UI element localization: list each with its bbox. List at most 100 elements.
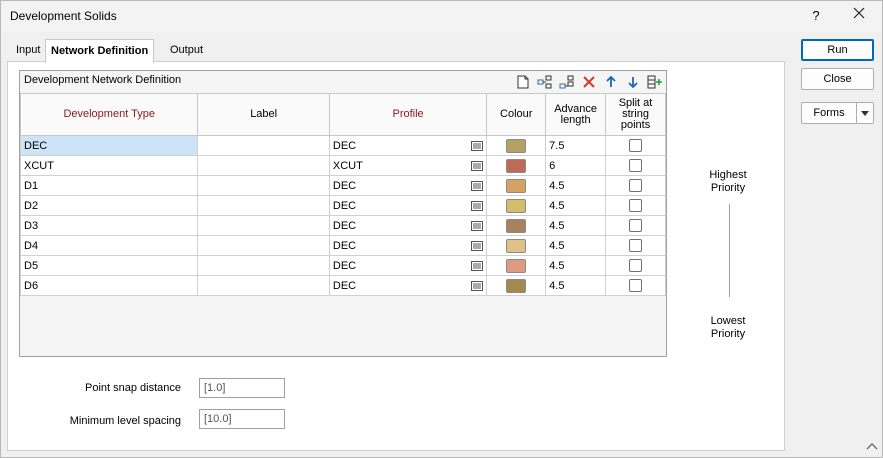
forms-button[interactable]: Forms [801,102,874,124]
dropdown-arrow-icon[interactable] [857,103,873,123]
insert-row-icon[interactable] [536,73,554,91]
profile-cell[interactable]: DEC [328,175,488,196]
colour-swatch[interactable] [506,258,527,273]
advance-length-cell[interactable]: 7.5 [545,135,607,156]
delete-icon[interactable] [580,73,598,91]
advance-length-cell[interactable]: 4.5 [545,275,607,296]
tab-input[interactable]: Input [11,41,45,61]
colour-cell[interactable] [486,155,547,176]
point-snap-distance-input[interactable]: [1.0] [199,378,285,398]
list-icon[interactable] [471,240,484,251]
label-cell[interactable] [197,155,330,176]
label-cell[interactable] [197,195,330,216]
run-button[interactable]: Run [801,39,874,61]
table-row: D4 DEC 4.5 [19,235,666,256]
split-checkbox[interactable] [629,159,643,172]
development-type-cell[interactable]: D2 [19,195,199,216]
split-cell [605,275,666,296]
profile-cell[interactable]: DEC [328,275,488,296]
split-checkbox[interactable] [629,179,643,192]
development-type-cell[interactable]: D4 [19,235,199,256]
column-header-development-type[interactable]: Development Type [19,93,199,136]
list-icon[interactable] [471,280,484,291]
column-header-advance-length[interactable]: Advance length [545,93,607,136]
profile-cell[interactable]: DEC [328,215,488,236]
development-type-cell[interactable]: DEC [19,135,199,156]
colour-cell[interactable] [486,135,547,156]
table-row: XCUT XCUT 6 [19,155,666,176]
close-window-button[interactable] [848,6,870,26]
tab-output[interactable]: Output [165,41,208,61]
column-header-label[interactable]: Label [197,93,330,136]
list-icon[interactable] [471,140,484,151]
table-row: D1 DEC 4.5 [19,175,666,196]
colour-swatch[interactable] [506,278,527,293]
advance-length-cell[interactable]: 6 [545,155,607,176]
development-type-cell[interactable]: XCUT [19,155,199,176]
grid-table: Development Type Label Profile Colour Ad… [19,93,666,296]
advance-length-cell[interactable]: 4.5 [545,215,607,236]
column-header-split-at-string-points[interactable]: Split at string points [605,93,666,136]
list-icon[interactable] [471,220,484,231]
colour-swatch[interactable] [506,238,527,253]
help-button[interactable]: ? [807,6,825,26]
advance-length-cell[interactable]: 4.5 [545,255,607,276]
new-file-icon[interactable] [514,73,532,91]
label-cell[interactable] [197,135,330,156]
development-type-cell[interactable]: D5 [19,255,199,276]
profile-cell[interactable]: XCUT [328,155,488,176]
advance-length-cell[interactable]: 4.5 [545,175,607,196]
label-cell[interactable] [197,255,330,276]
tab-network-definition[interactable]: Network Definition [45,39,155,63]
colour-swatch[interactable] [506,158,527,173]
colour-cell[interactable] [486,275,547,296]
split-checkbox[interactable] [629,239,643,252]
colour-swatch[interactable] [506,178,527,193]
column-header-colour[interactable]: Colour [486,93,547,136]
profile-cell[interactable]: DEC [328,255,488,276]
label-cell[interactable] [197,175,330,196]
colour-cell[interactable] [486,195,547,216]
chevron-up-icon[interactable] [865,441,879,451]
split-checkbox[interactable] [629,259,643,272]
list-icon[interactable] [471,260,484,271]
label-cell[interactable] [197,275,330,296]
profile-cell[interactable]: DEC [328,195,488,216]
profile-value: XCUT [332,159,363,172]
development-type-cell[interactable]: D1 [19,175,199,196]
development-type-cell[interactable]: D6 [19,275,199,296]
development-type-cell[interactable]: D3 [19,215,199,236]
colour-swatch[interactable] [506,138,527,153]
advance-length-cell[interactable]: 4.5 [545,235,607,256]
list-icon[interactable] [471,160,484,171]
colour-swatch[interactable] [506,198,527,213]
colour-cell[interactable] [486,235,547,256]
minimum-level-spacing-input[interactable]: [10.0] [199,409,285,429]
colour-swatch[interactable] [506,218,527,233]
append-row-icon[interactable] [558,73,576,91]
add-column-icon[interactable] [646,73,664,91]
table-row: D2 DEC 4.5 [19,195,666,216]
title-bar: Development Solids ? [1,1,882,32]
profile-value: DEC [332,219,357,232]
colour-cell[interactable] [486,175,547,196]
split-checkbox[interactable] [629,199,643,212]
profile-cell[interactable]: DEC [328,235,488,256]
colour-cell[interactable] [486,215,547,236]
label-cell[interactable] [197,235,330,256]
colour-cell[interactable] [486,255,547,276]
split-checkbox[interactable] [629,219,643,232]
split-checkbox[interactable] [629,139,643,152]
profile-value: DEC [332,179,357,192]
advance-length-cell[interactable]: 4.5 [545,195,607,216]
profile-cell[interactable]: DEC [328,135,488,156]
move-down-icon[interactable] [624,73,642,91]
split-checkbox[interactable] [629,279,643,292]
point-snap-distance-label: Point snap distance [84,382,181,394]
list-icon[interactable] [471,200,484,211]
list-icon[interactable] [471,180,484,191]
label-cell[interactable] [197,215,330,236]
move-up-icon[interactable] [602,73,620,91]
close-button[interactable]: Close [801,68,874,90]
column-header-profile[interactable]: Profile [328,93,488,136]
